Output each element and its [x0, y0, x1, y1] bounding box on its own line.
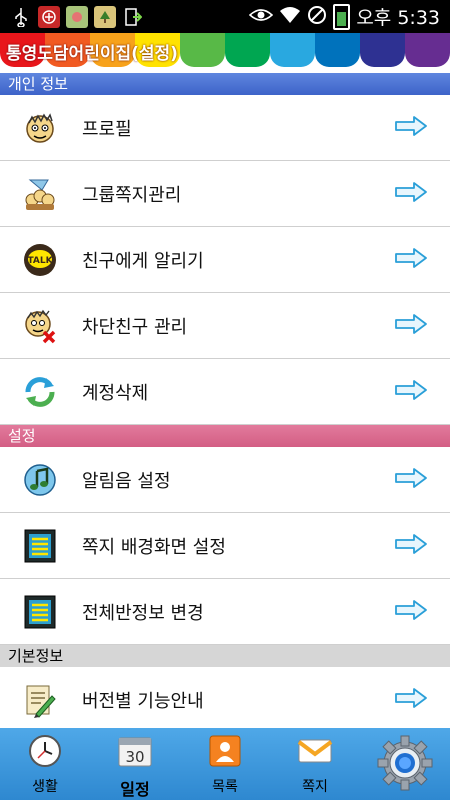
status-time: 오후 5:33 [356, 7, 440, 29]
list-item-label: 친구에게 알리기 [82, 250, 204, 272]
arrow-right-icon [394, 181, 428, 207]
envelope-icon [297, 734, 333, 772]
arrow-right-icon [394, 313, 428, 339]
awning-stripe [405, 33, 450, 67]
tab-messages[interactable]: 쪽지 [270, 728, 360, 800]
list-item-group-message[interactable]: 그룹쪽지관리 [0, 161, 450, 227]
document-pen-icon [20, 680, 60, 720]
app-notify-icon [38, 5, 60, 28]
svg-text:30: 30 [125, 748, 144, 766]
refresh-account-icon [20, 372, 60, 412]
list-item-label: 버전별 기능안내 [82, 690, 204, 712]
clock-icon [28, 734, 62, 772]
tab-life[interactable]: 생활 [0, 728, 90, 800]
section-header-settings: 설정 [0, 425, 450, 447]
no-signal-icon [307, 5, 327, 29]
arrow-right-icon [394, 467, 428, 493]
gallery-icon [66, 5, 88, 28]
list-item-notification-sound[interactable]: 알림음 설정 [0, 447, 450, 513]
app-title-bar: 통영도담어린이집(설정) [0, 33, 450, 73]
group-message-icon [20, 174, 60, 214]
list-item-profile[interactable]: 프로필 [0, 95, 450, 161]
arrow-right-icon [394, 247, 428, 273]
list-item-message-background[interactable]: 쪽지 배경화면 설정 [0, 513, 450, 579]
status-bar: 오후 5:33 [0, 0, 450, 33]
awning-stripe [270, 33, 315, 67]
section-header-basic: 기본정보 [0, 645, 450, 667]
list-item-label: 계정삭제 [82, 382, 149, 404]
usb-icon [10, 6, 32, 28]
list-item-class-info[interactable]: 전체반정보 변경 [0, 579, 450, 645]
list-item-label: 쪽지 배경화면 설정 [82, 536, 226, 558]
battery-icon [333, 3, 351, 30]
blocked-friend-icon [20, 306, 60, 346]
tab-label: 생활 [32, 779, 58, 795]
arrow-right-icon [394, 379, 428, 405]
list-item-label: 프로필 [82, 118, 132, 140]
tab-contacts[interactable]: 목록 [180, 728, 270, 800]
tree-icon [94, 5, 116, 28]
list-item-blocked-friends[interactable]: 차단친구 관리 [0, 293, 450, 359]
eye-icon [249, 7, 274, 27]
awning-stripe [315, 33, 360, 67]
arrow-right-icon [394, 599, 428, 625]
download-icon [122, 6, 144, 28]
settings-list: 개인 정보 프로필 그룹쪽지관리 TALK 친구에게 알리기 차단친구 관리 계… [0, 73, 450, 733]
arrow-right-icon [394, 687, 428, 713]
profile-face-icon [20, 108, 60, 148]
awning-stripe [360, 33, 405, 67]
settings-gear-icon [376, 734, 434, 796]
list-item-label: 전체반정보 변경 [82, 602, 204, 624]
tab-label: 일정 [120, 780, 150, 799]
section-header-personal: 개인 정보 [0, 73, 450, 95]
list-item-version-guide[interactable]: 버전별 기능안내 [0, 667, 450, 733]
tab-settings[interactable] [360, 728, 450, 800]
awning-stripe [225, 33, 270, 67]
tab-schedule[interactable]: 30 일정 [90, 728, 180, 800]
background-list-icon [20, 526, 60, 566]
list-item-delete-account[interactable]: 계정삭제 [0, 359, 450, 425]
wifi-icon [279, 5, 301, 29]
arrow-right-icon [394, 115, 428, 141]
music-note-icon [20, 460, 60, 500]
list-item-label: 그룹쪽지관리 [82, 184, 182, 206]
awning-stripe [180, 33, 225, 67]
list-item-tell-friends[interactable]: TALK 친구에게 알리기 [0, 227, 450, 293]
kakaotalk-icon: TALK [20, 240, 60, 280]
list-item-label: 알림음 설정 [82, 470, 171, 492]
bottom-tab-bar: 생활 30 일정 목록 쪽지 [0, 728, 450, 800]
calendar-icon: 30 [117, 734, 153, 772]
arrow-right-icon [394, 533, 428, 559]
tab-label: 쪽지 [302, 779, 328, 795]
svg-text:TALK: TALK [27, 256, 53, 266]
tab-label: 목록 [212, 779, 238, 795]
page-title: 통영도담어린이집(설정) [6, 44, 178, 64]
class-list-icon [20, 592, 60, 632]
list-item-label: 차단친구 관리 [82, 316, 188, 338]
contacts-icon [208, 734, 242, 772]
